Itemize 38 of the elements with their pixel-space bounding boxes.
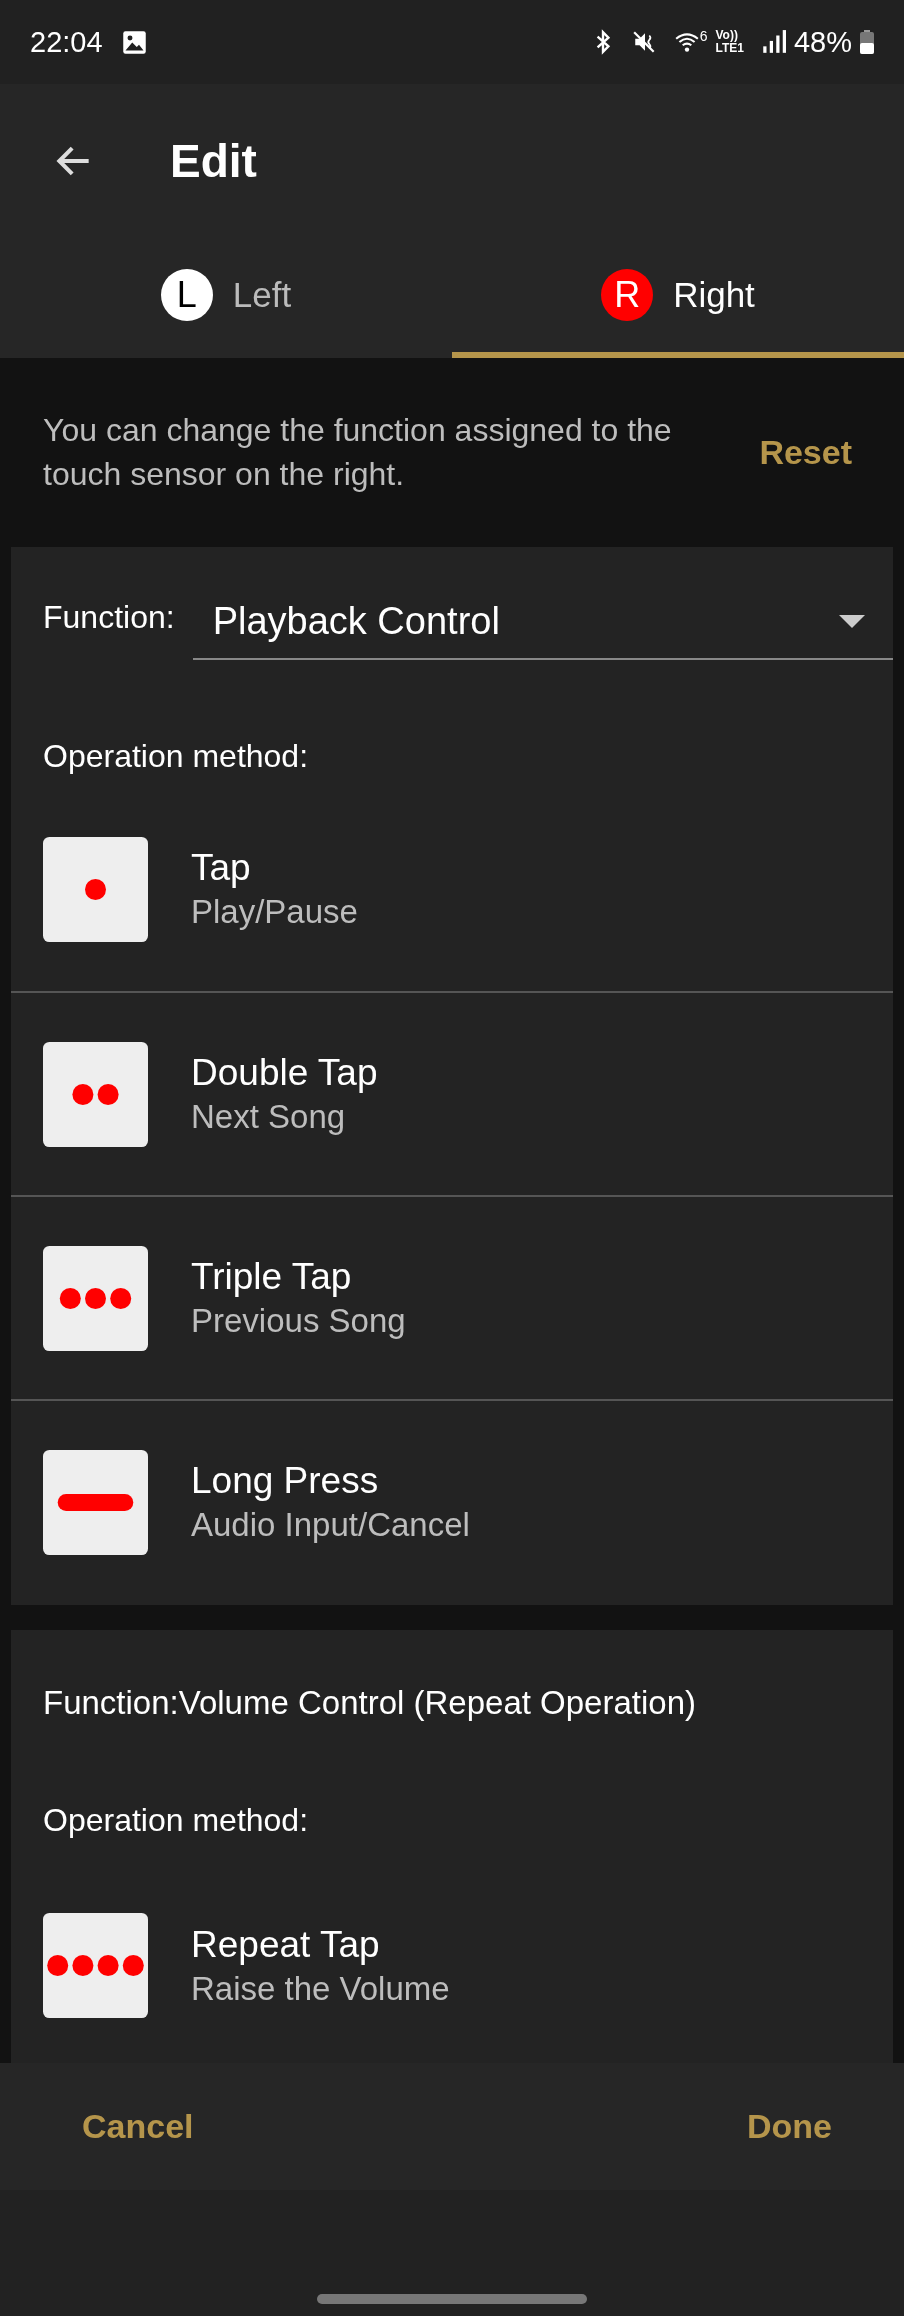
- gesture-action: Previous Song: [191, 1302, 406, 1340]
- function-label: Function:: [43, 598, 175, 636]
- side-badge: L: [160, 269, 213, 321]
- dropdown-caret-icon: [839, 614, 865, 628]
- function-text: Function:Volume Control (Repeat Operation): [43, 1683, 696, 1722]
- gesture-title: Long Press: [191, 1460, 380, 1502]
- gesture-action: Audio Input/Cancel: [191, 1506, 470, 1544]
- screen-title: Edit: [170, 134, 257, 188]
- method-label: Operation method:: [43, 738, 309, 775]
- gesture-action: Raise the Volume: [191, 1969, 450, 2008]
- tap-dots-icon: [43, 1913, 148, 2018]
- volte-label: Vo)): [715, 29, 739, 42]
- battery-percent: 48%: [793, 25, 852, 59]
- wifi-generation-label: 6: [699, 28, 708, 44]
- tap-dots-icon: [43, 1041, 148, 1147]
- description-text: You can change the function assigned to the touch sensor on the right.: [43, 411, 673, 494]
- gesture-title: Tap: [191, 847, 252, 889]
- done-button[interactable]: Done: [735, 2099, 844, 2154]
- clock: 22:04: [30, 25, 103, 59]
- gesture-title: Double Tap: [191, 1052, 378, 1094]
- side-tab[interactable]: R Right: [452, 238, 904, 358]
- home-handle[interactable]: [317, 2294, 587, 2304]
- reset-button[interactable]: Reset: [747, 425, 864, 480]
- function-dropdown[interactable]: Playback Control: [192, 584, 893, 660]
- gesture-action: Next Song: [191, 1098, 347, 1136]
- network-label: LTE1: [715, 42, 744, 55]
- side-badge: R: [601, 269, 654, 321]
- side-tab[interactable]: L Left: [0, 238, 452, 358]
- battery-icon: [860, 30, 874, 54]
- method-label: Operation method:: [43, 1801, 309, 1839]
- tap-dots-icon: [43, 836, 148, 942]
- gesture-action: Play/Pause: [191, 893, 358, 931]
- gesture-title: Repeat Tap: [191, 1923, 381, 1966]
- cancel-button[interactable]: Cancel: [70, 2099, 206, 2154]
- gesture-title: Triple Tap: [191, 1256, 353, 1298]
- gallery-icon: [120, 28, 148, 56]
- long-press-icon: [43, 1449, 148, 1555]
- tap-dots-icon: [43, 1245, 148, 1351]
